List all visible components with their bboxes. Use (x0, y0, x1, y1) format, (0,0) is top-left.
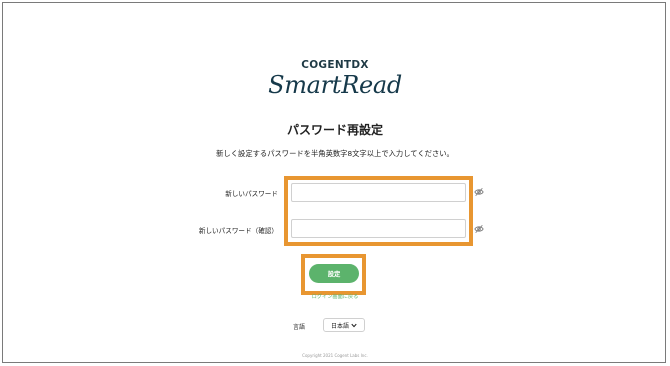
language-select[interactable]: 日本語 (323, 318, 365, 332)
language-selected-value: 日本語 (330, 322, 349, 330)
confirm-password-label: 新しいパスワード（確認） (198, 227, 278, 235)
eye-slash-icon[interactable] (474, 224, 484, 234)
chevron-down-icon (351, 323, 357, 327)
company-logo-text: COGENTDX (301, 59, 369, 71)
copyright-text: Copyright 2021 Cogent Labs Inc. (302, 353, 368, 358)
confirm-password-input[interactable] (291, 219, 466, 238)
new-password-label: 新しいパスワード (225, 190, 278, 198)
new-password-input[interactable] (291, 183, 466, 202)
page-title: パスワード再設定 (286, 123, 383, 137)
eye-slash-icon[interactable] (474, 187, 484, 197)
back-to-login-link[interactable]: ログイン画面に戻る (0, 293, 670, 300)
submit-button[interactable]: 設定 (309, 264, 359, 283)
language-label: 言語 (293, 324, 306, 331)
instruction-text: 新しく設定するパスワードを半角英数字8文字以上で入力してください。 (216, 149, 454, 158)
product-logo: SmartRead (268, 71, 402, 99)
